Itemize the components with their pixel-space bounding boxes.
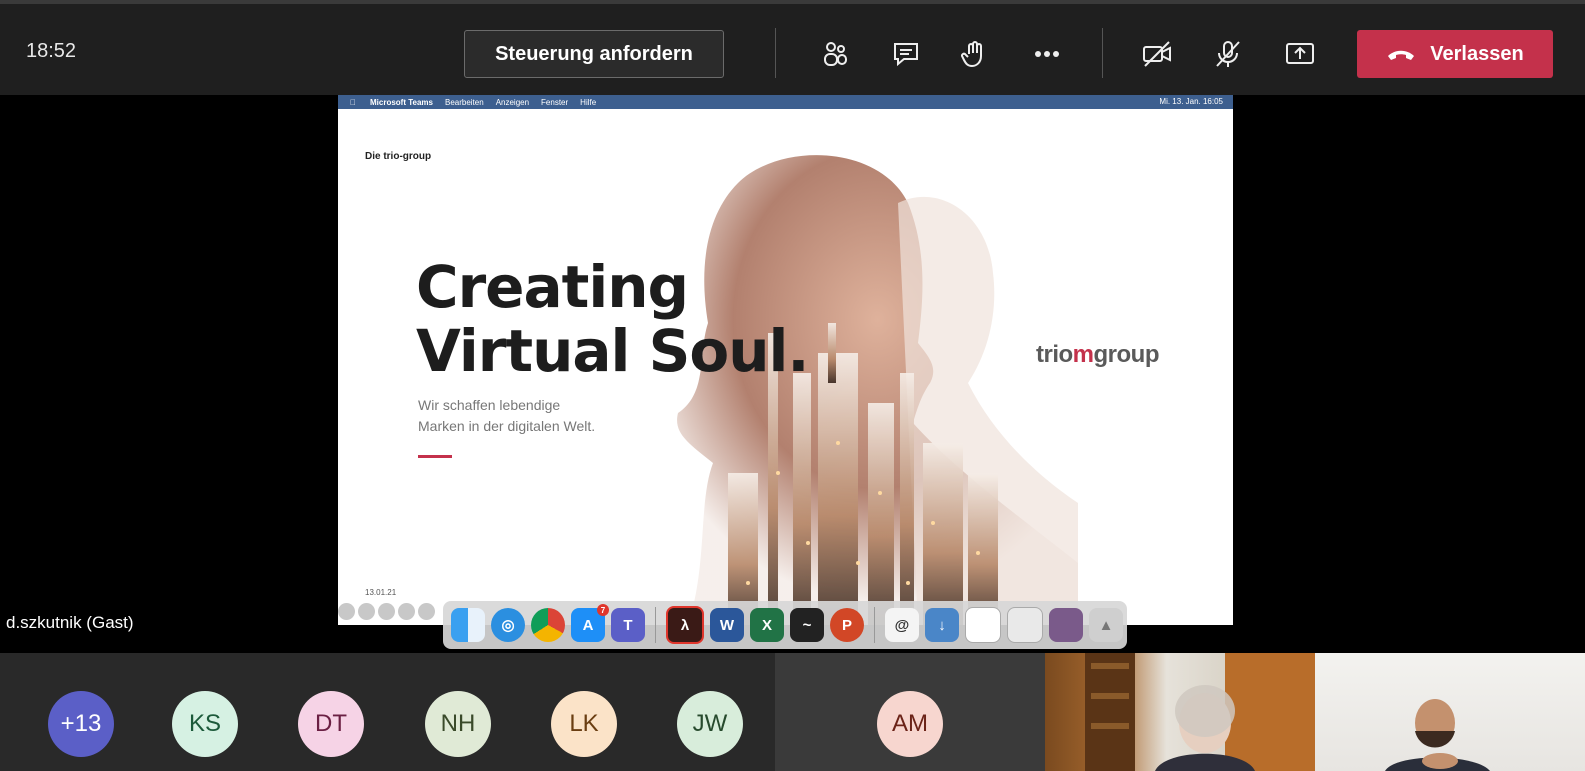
logo-text: trio bbox=[1036, 341, 1073, 368]
slide-date: 13.01.21 bbox=[365, 588, 397, 597]
raise-hand-icon[interactable] bbox=[955, 34, 995, 74]
participant-video[interactable] bbox=[1045, 653, 1315, 771]
more-icon[interactable] bbox=[1027, 34, 1067, 74]
participant-avatar[interactable]: LK bbox=[551, 691, 617, 757]
acrobat-icon[interactable]: λ bbox=[666, 606, 704, 644]
excel-icon[interactable]: X bbox=[750, 608, 784, 642]
mac-dock: ◎ A7 T λ W X ~ P @ ↓ ▲ bbox=[443, 601, 1127, 649]
dock-divider bbox=[655, 607, 656, 643]
people-icon[interactable] bbox=[815, 34, 855, 74]
phone-hangup-icon bbox=[1388, 50, 1415, 60]
participant-strip: +13 KS DT NH LK JW AM bbox=[0, 653, 1585, 771]
safari-icon[interactable]: ◎ bbox=[491, 608, 525, 642]
pen-icon[interactable] bbox=[358, 603, 375, 620]
logo-mark: m bbox=[1072, 341, 1094, 368]
document-icon[interactable] bbox=[965, 607, 1001, 643]
notification-badge: 7 bbox=[597, 604, 609, 616]
apple-icon:  bbox=[350, 98, 356, 107]
accent-rule bbox=[418, 455, 452, 458]
company-logo: triomgroup bbox=[1036, 341, 1160, 369]
mic-off-icon[interactable] bbox=[1208, 34, 1248, 74]
photos-icon[interactable] bbox=[1049, 608, 1083, 642]
presenter-name: d.szkutnik (Gast) bbox=[6, 613, 134, 632]
slide-title-line: Creating bbox=[416, 253, 689, 321]
menubar-item: Fenster bbox=[535, 97, 568, 107]
leave-button[interactable]: Verlassen bbox=[1357, 30, 1553, 78]
trash-icon[interactable]: ▲ bbox=[1089, 608, 1123, 642]
teams-icon[interactable]: T bbox=[611, 608, 645, 642]
toolbar-divider bbox=[1102, 28, 1103, 78]
dock-divider bbox=[874, 607, 875, 643]
mail-icon[interactable]: @ bbox=[885, 608, 919, 642]
participant-avatar[interactable]: NH bbox=[425, 691, 491, 757]
slide-subtitle-line: Wir schaffen lebendige bbox=[418, 397, 561, 413]
participant-avatar: AM bbox=[877, 691, 943, 757]
grid-icon[interactable] bbox=[378, 603, 395, 620]
menubar-item: Bearbeiten bbox=[438, 97, 484, 107]
activity-monitor-icon[interactable]: ~ bbox=[790, 608, 824, 642]
slide-subtitle: Wir schaffen lebendige Marken in der dig… bbox=[418, 395, 595, 437]
menubar-app-name: Microsoft Teams bbox=[364, 97, 433, 107]
chat-icon[interactable] bbox=[886, 34, 926, 74]
next-slide-icon[interactable] bbox=[418, 603, 435, 620]
logo-text: group bbox=[1093, 341, 1160, 368]
shared-screen:  Microsoft Teams Bearbeiten Anzeigen Fe… bbox=[338, 95, 1233, 625]
toolbar-divider bbox=[775, 28, 776, 78]
powerpoint-icon[interactable]: P bbox=[830, 608, 864, 642]
mac-menubar:  Microsoft Teams Bearbeiten Anzeigen Fe… bbox=[338, 95, 1233, 109]
participant-avatar[interactable]: DT bbox=[298, 691, 364, 757]
prev-slide-icon[interactable] bbox=[338, 603, 355, 620]
meeting-time: 18:52 bbox=[26, 40, 77, 62]
slide-subtitle-line: Marken in der digitalen Welt. bbox=[418, 418, 596, 434]
chrome-icon[interactable] bbox=[531, 608, 565, 642]
leave-label: Verlassen bbox=[1430, 42, 1524, 65]
app-store-icon[interactable]: A7 bbox=[571, 604, 609, 642]
participant-avatar[interactable]: KS bbox=[172, 691, 238, 757]
menubar-item: Hilfe bbox=[574, 97, 596, 107]
menubar-clock: Mi. 13. Jan. 16:05 bbox=[1159, 97, 1223, 106]
slide-controls bbox=[338, 603, 435, 620]
participant-video[interactable] bbox=[1315, 653, 1585, 771]
participant-avatar[interactable]: JW bbox=[677, 691, 743, 757]
video-feed-woman bbox=[1085, 653, 1315, 771]
presentation-slide: Die trio-group Creating Virtual Soul. Wi… bbox=[338, 123, 1233, 625]
share-screen-icon[interactable] bbox=[1280, 34, 1320, 74]
video-feed-man bbox=[1385, 699, 1490, 771]
more-participants-button[interactable]: +13 bbox=[48, 691, 114, 757]
slide-title-line: Virtual Soul. bbox=[416, 317, 809, 385]
participant-tile[interactable]: AM bbox=[775, 653, 1045, 771]
screenshot-icon[interactable] bbox=[1007, 607, 1043, 643]
word-icon[interactable]: W bbox=[710, 608, 744, 642]
slide-brand: Die trio-group bbox=[365, 151, 432, 162]
finder-icon[interactable] bbox=[451, 608, 485, 642]
meeting-toolbar: 18:52 Steuerung anfordern Verlassen bbox=[0, 0, 1585, 95]
request-control-button[interactable]: Steuerung anfordern bbox=[464, 30, 724, 78]
more-icon[interactable] bbox=[398, 603, 415, 620]
menubar-item: Anzeigen bbox=[489, 97, 529, 107]
slide-title: Creating Virtual Soul. bbox=[416, 253, 809, 385]
downloads-icon[interactable]: ↓ bbox=[925, 608, 959, 642]
camera-off-icon[interactable] bbox=[1137, 34, 1177, 74]
